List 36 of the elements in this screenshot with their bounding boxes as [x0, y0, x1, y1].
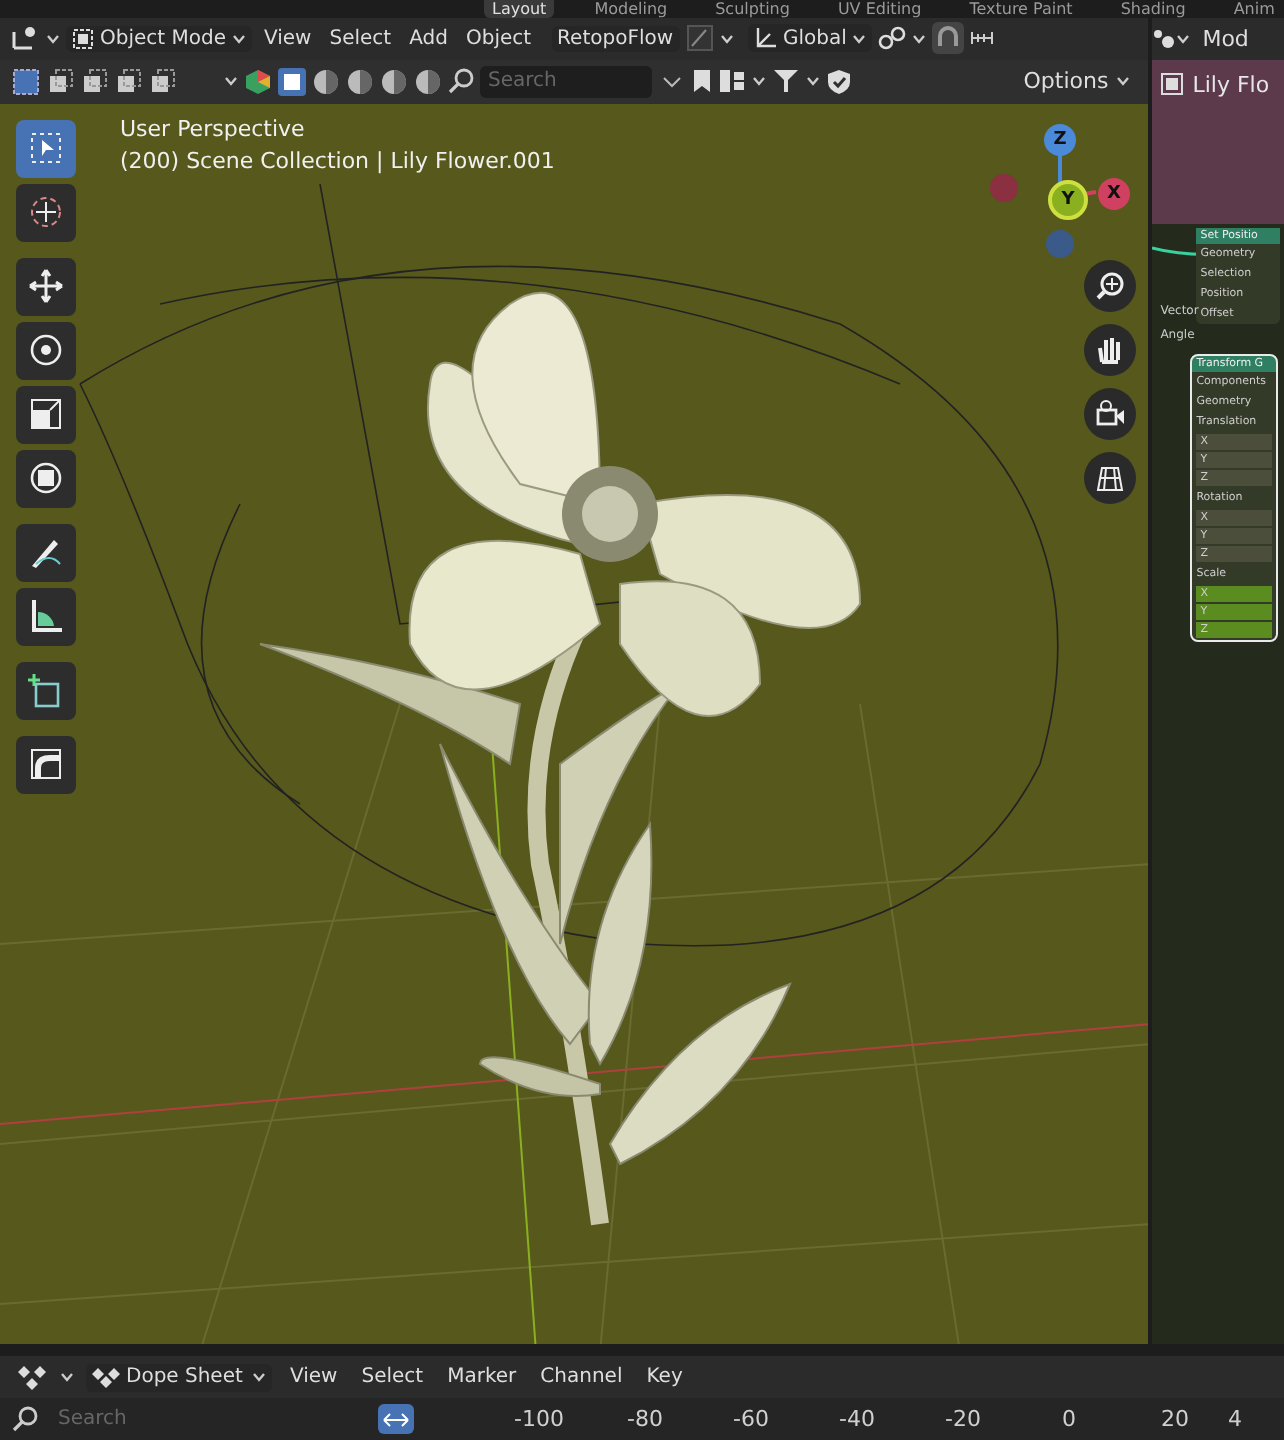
object-name-label: Lily Flo	[1192, 71, 1270, 98]
frame-number: -20	[943, 1406, 983, 1433]
axis-handle[interactable]: Y	[1048, 179, 1088, 220]
menu-item[interactable]: Object	[459, 25, 538, 52]
menu-item[interactable]: Select	[323, 25, 398, 52]
mode-dropdown[interactable]: Object Mode	[66, 25, 252, 52]
menu-item[interactable]: Select	[355, 1364, 430, 1391]
frame-number: -100	[512, 1406, 566, 1433]
addon-dropdown[interactable]: RetopoFlow	[551, 25, 680, 52]
frame-number: -80	[625, 1406, 665, 1433]
menu-item[interactable]: Channel	[534, 1364, 629, 1391]
workspace-tab[interactable]: Shading	[1112, 0, 1194, 18]
workspace-tab[interactable]: Modeling	[586, 0, 676, 18]
frame-number: 20	[1159, 1406, 1191, 1433]
axis-handle[interactable]: Z	[1044, 123, 1076, 156]
workspace-tab[interactable]: UV Editing	[829, 0, 930, 18]
view-name-label: User Perspective	[120, 115, 305, 142]
menu-item[interactable]: View	[284, 1364, 344, 1391]
editor-dropdown[interactable]: Dope Sheet	[86, 1363, 272, 1392]
workspace-tab[interactable]: Sculpting	[707, 0, 798, 18]
frame-number: 0	[1060, 1406, 1078, 1433]
workspace-tab[interactable]: Anim	[1225, 0, 1283, 18]
frame-number: -40	[837, 1406, 877, 1433]
orientation-dropdown[interactable]: Global	[747, 24, 873, 53]
frame-number: -60	[731, 1406, 771, 1433]
options-dropdown[interactable]: Options	[1017, 66, 1137, 97]
workspace-tab[interactable]: Layout	[484, 0, 555, 18]
menu-item[interactable]: View	[258, 25, 318, 52]
axis-handle[interactable]: X	[1098, 177, 1130, 210]
workspace-tab[interactable]: Texture Paint	[961, 0, 1081, 18]
menu-item[interactable]: Add	[403, 25, 454, 52]
menu-item[interactable]: Key	[640, 1364, 689, 1391]
search-field[interactable]: Search	[480, 65, 652, 98]
menu-item[interactable]: Marker	[441, 1364, 523, 1391]
frame-number: 4	[1228, 1406, 1244, 1433]
context-label: (200) Scene Collection | Lily Flower.001	[120, 147, 555, 174]
